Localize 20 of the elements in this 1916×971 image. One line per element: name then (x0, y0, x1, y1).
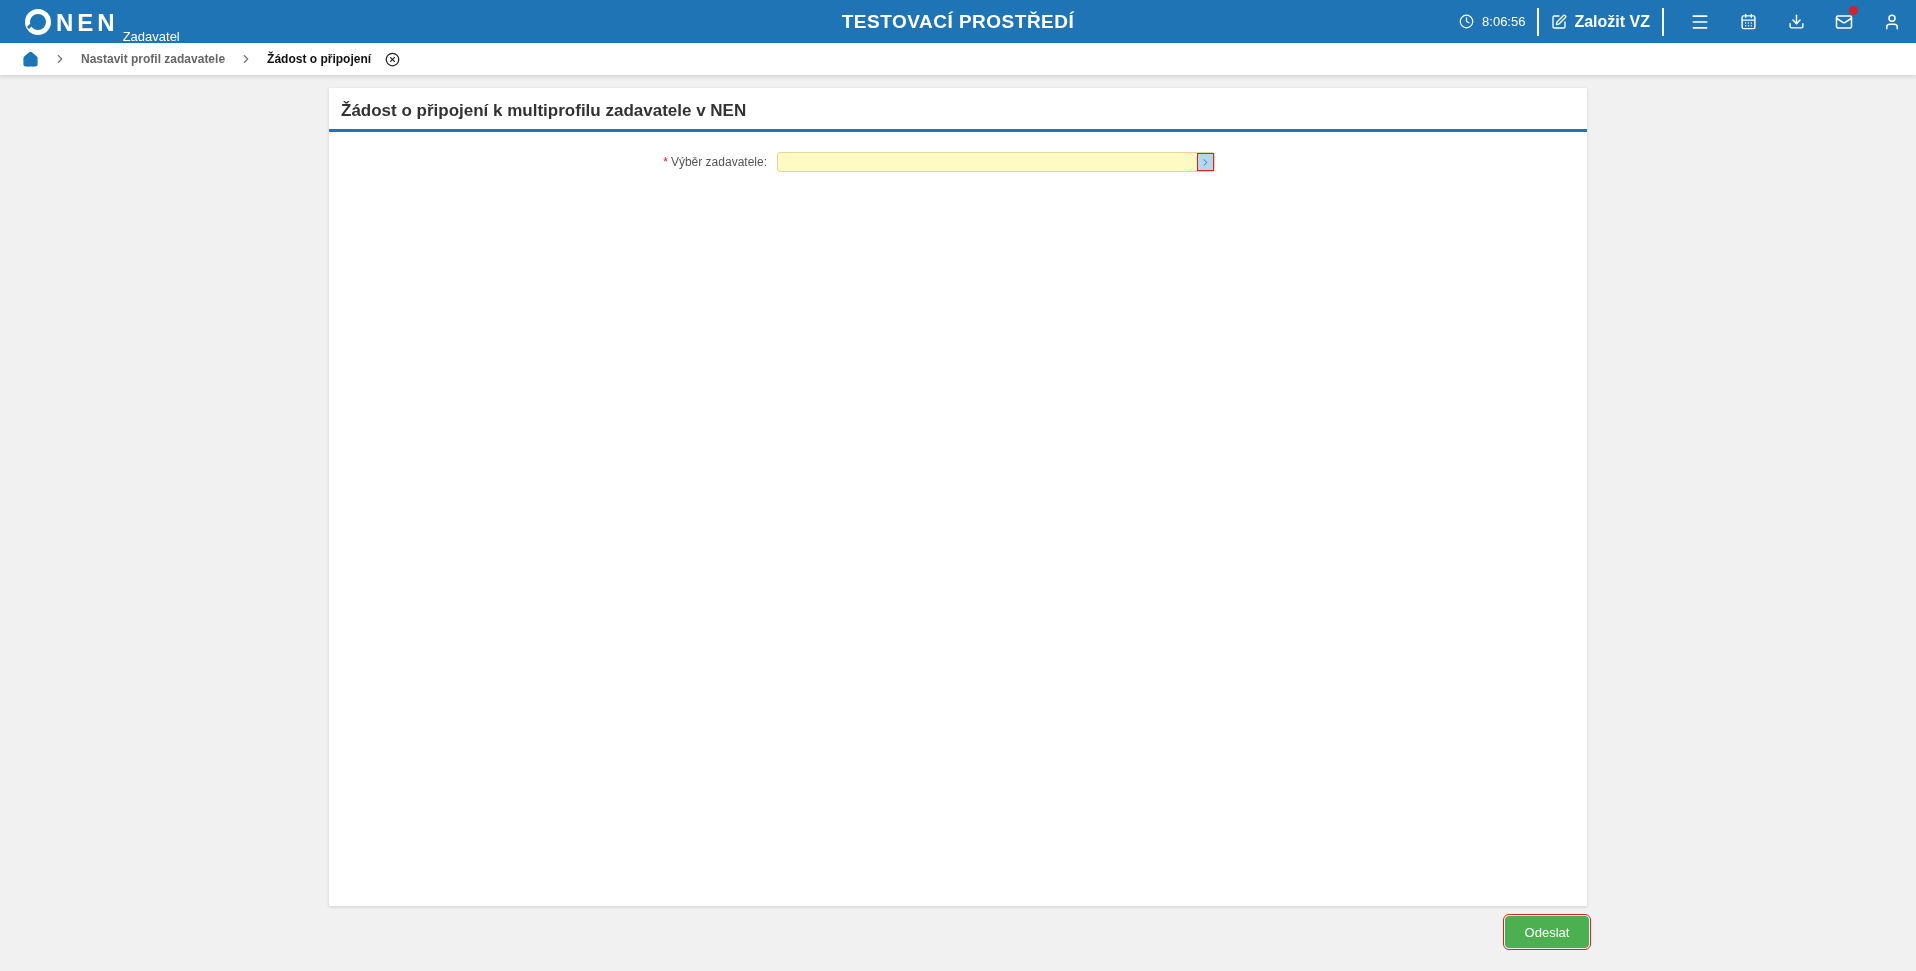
select-button[interactable] (1197, 153, 1214, 171)
user-icon[interactable] (1883, 12, 1901, 31)
logo-icon (24, 7, 52, 36)
close-icon[interactable] (385, 51, 401, 67)
clock-icon (1459, 14, 1475, 29)
calendar-icon[interactable] (1739, 13, 1757, 30)
pencil-icon (1551, 13, 1568, 30)
mail-icon[interactable] (1835, 12, 1853, 31)
input-field[interactable] (777, 152, 1215, 172)
form-title: Žádost o připojení k multiprofilu zadavatele v NEN (329, 88, 1587, 132)
environment-title: TESTOVACÍ PROSTŘEDÍ (841, 10, 1075, 33)
download-icon[interactable] (1787, 13, 1805, 30)
breadcrumb-link[interactable]: Žádost o připojení (267, 52, 372, 66)
logo-subtitle: Zadavatel (122, 28, 180, 44)
logo-text: NEN (56, 9, 119, 36)
field-label: * Výběr zadavatele: (663, 155, 767, 169)
create-button[interactable]: Založit VZ (1551, 12, 1650, 31)
session-time: 8:06:56 (1482, 14, 1526, 29)
breadcrumb-link[interactable]: Nastavit profil zadavatele (81, 52, 226, 66)
home-icon[interactable] (22, 50, 39, 68)
